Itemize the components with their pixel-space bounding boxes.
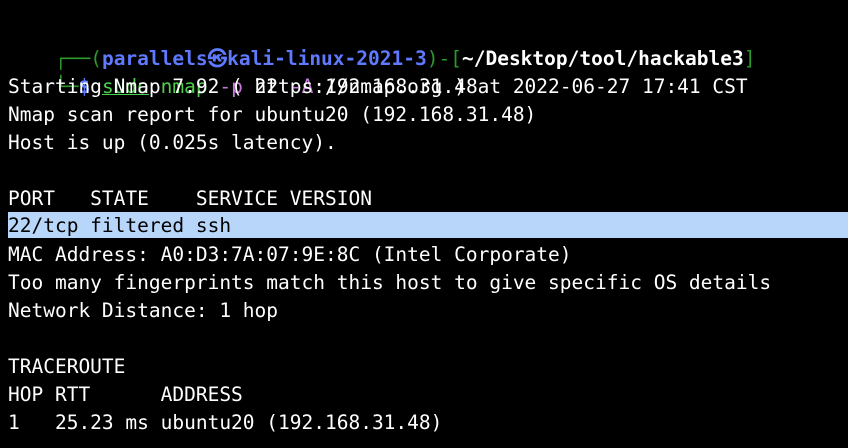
output-mac-address: MAC Address: A0:D3:7A:07:9E:8C (Intel Co… bbox=[8, 243, 572, 266]
output-starting: Starting Nmap 7.92 ( https://nmap.org ) … bbox=[8, 75, 748, 98]
output-fingerprints: Too many fingerprints match this host to… bbox=[8, 271, 772, 294]
prompt-context-line: ┌──(parallels㉿kali-linux-2021-3)-[~/Desk… bbox=[8, 17, 756, 70]
command-line[interactable]: └─$ sudo nmap -p 22 -A 192.168.31.48 bbox=[8, 45, 478, 98]
output-network-distance: Network Distance: 1 hop bbox=[8, 299, 279, 322]
output-scan-report: Nmap scan report for ubuntu20 (192.168.3… bbox=[8, 103, 537, 126]
output-host-up: Host is up (0.025s latency). bbox=[8, 131, 337, 154]
terminal-window[interactable]: ┌──(parallels㉿kali-linux-2021-3)-[~/Desk… bbox=[0, 0, 848, 448]
output-traceroute-title: TRACEROUTE bbox=[8, 355, 126, 378]
prompt-path: ~/Desktop/tool/hackable3 bbox=[461, 47, 744, 70]
output-trace-row: 1 25.23 ms ubuntu20 (192.168.31.48) bbox=[8, 411, 443, 434]
output-trace-header: HOP RTT ADDRESS bbox=[8, 383, 243, 406]
output-port-row[interactable]: 22/tcp filtered ssh bbox=[8, 212, 231, 240]
prompt-close-bracket: ] bbox=[743, 47, 756, 70]
output-port-header: PORT STATE SERVICE VERSION bbox=[8, 187, 372, 210]
